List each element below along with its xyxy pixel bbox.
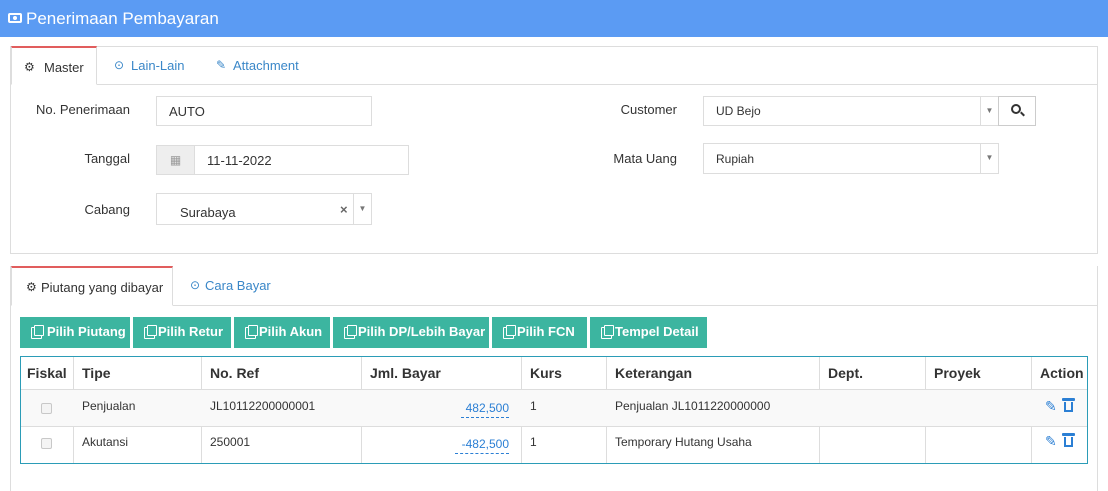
- check-circle-icon: ⊙: [114, 58, 125, 72]
- table-row[interactable]: Penjualan JL10112200000001 482,500 1 Pen…: [21, 390, 1087, 426]
- cell-no-ref: 250001: [210, 435, 251, 449]
- mata-uang-select[interactable]: Rupiah ▼: [703, 143, 999, 174]
- cogs-icon: ⚙: [26, 280, 37, 294]
- chevron-down-icon[interactable]: ▼: [980, 144, 998, 173]
- no-penerimaan-input[interactable]: AUTO: [156, 96, 372, 126]
- cell-keterangan: Temporary Hutang Usaha: [615, 435, 752, 449]
- piutang-table: Fiskal Tipe No. Ref Jml. Bayar Kurs Kete…: [20, 356, 1088, 464]
- chevron-down-icon[interactable]: ▼: [353, 194, 371, 224]
- mata-uang-label: Mata Uang: [613, 151, 677, 166]
- paperclip-icon: ✎: [216, 58, 227, 72]
- col-keterangan[interactable]: Keterangan: [615, 365, 692, 381]
- copy-icon: [31, 325, 44, 339]
- tab-lain-lain[interactable]: ⊙ Lain-Lain: [104, 46, 194, 86]
- money-icon: [8, 13, 22, 23]
- col-no-ref[interactable]: No. Ref: [210, 365, 259, 381]
- trash-icon[interactable]: [1062, 433, 1075, 447]
- copy-icon: [344, 325, 357, 339]
- cogs-icon: ⚙: [24, 60, 35, 74]
- tempel-detail-button[interactable]: Tempel Detail: [590, 317, 707, 348]
- col-action: Action: [1040, 365, 1084, 381]
- paste-icon: [601, 325, 614, 339]
- no-penerimaan-label: No. Penerimaan: [36, 102, 130, 117]
- pilih-retur-button[interactable]: Pilih Retur: [133, 317, 231, 348]
- col-dept[interactable]: Dept.: [828, 365, 863, 381]
- table-row[interactable]: Akutansi 250001 -482,500 1 Temporary Hut…: [21, 427, 1087, 463]
- cell-tipe: Penjualan: [82, 399, 136, 413]
- cell-jml-bayar[interactable]: 482,500: [461, 401, 509, 418]
- cell-kurs: 1: [530, 435, 537, 449]
- tab-piutang-dibayar[interactable]: ⚙ Piutang yang dibayar: [11, 266, 173, 306]
- copy-icon: [503, 325, 516, 339]
- chevron-down-icon[interactable]: ▼: [980, 97, 998, 125]
- cabang-select[interactable]: Surabaya × ▼: [156, 193, 372, 225]
- customer-label: Customer: [620, 102, 677, 117]
- edit-icon[interactable]: ✎: [1045, 399, 1059, 413]
- tanggal-label: Tanggal: [84, 151, 130, 166]
- col-jml-bayar[interactable]: Jml. Bayar: [370, 365, 441, 381]
- pilih-dp-lebih-bayar-button[interactable]: Pilih DP/Lebih Bayar: [333, 317, 489, 348]
- fiskal-checkbox[interactable]: [41, 438, 52, 449]
- edit-icon[interactable]: ✎: [1045, 434, 1059, 448]
- copy-icon: [245, 325, 258, 339]
- tab-master[interactable]: ⚙ Master: [11, 46, 97, 85]
- trash-icon[interactable]: [1062, 398, 1075, 412]
- col-tipe[interactable]: Tipe: [82, 365, 111, 381]
- window-title: Penerimaan Pembayaran: [26, 9, 219, 28]
- pilih-akun-button[interactable]: Pilih Akun: [234, 317, 330, 348]
- clear-icon[interactable]: ×: [340, 202, 348, 217]
- pilih-fcn-button[interactable]: Pilih FCN: [492, 317, 587, 348]
- tab-attachment[interactable]: ✎ Attachment: [206, 46, 310, 86]
- cell-no-ref: JL10112200000001: [210, 399, 316, 413]
- fiskal-checkbox[interactable]: [41, 403, 52, 414]
- cell-keterangan: Penjualan JL1011220000000: [615, 399, 771, 413]
- calendar-icon[interactable]: ▦: [157, 146, 195, 174]
- col-kurs[interactable]: Kurs: [530, 365, 562, 381]
- pilih-piutang-button[interactable]: Pilih Piutang: [20, 317, 130, 348]
- check-circle-icon: ⊙: [190, 278, 201, 292]
- cell-tipe: Akutansi: [82, 435, 129, 449]
- cell-kurs: 1: [530, 399, 537, 413]
- window-titlebar: Penerimaan Pembayaran: [0, 0, 1108, 37]
- col-fiskal[interactable]: Fiskal: [27, 365, 67, 381]
- copy-icon: [144, 325, 157, 339]
- customer-select[interactable]: UD Bejo ▼: [703, 96, 999, 126]
- col-proyek[interactable]: Proyek: [934, 365, 981, 381]
- cabang-label: Cabang: [84, 202, 130, 217]
- table-header: Fiskal Tipe No. Ref Jml. Bayar Kurs Kete…: [21, 357, 1087, 389]
- cell-jml-bayar[interactable]: -482,500: [455, 437, 509, 454]
- tab-cara-bayar[interactable]: ⊙ Cara Bayar: [180, 266, 280, 306]
- bottom-tab-bar: [11, 305, 1097, 306]
- tanggal-input[interactable]: ▦ 11-11-2022: [156, 145, 409, 175]
- customer-search-button[interactable]: [998, 96, 1036, 126]
